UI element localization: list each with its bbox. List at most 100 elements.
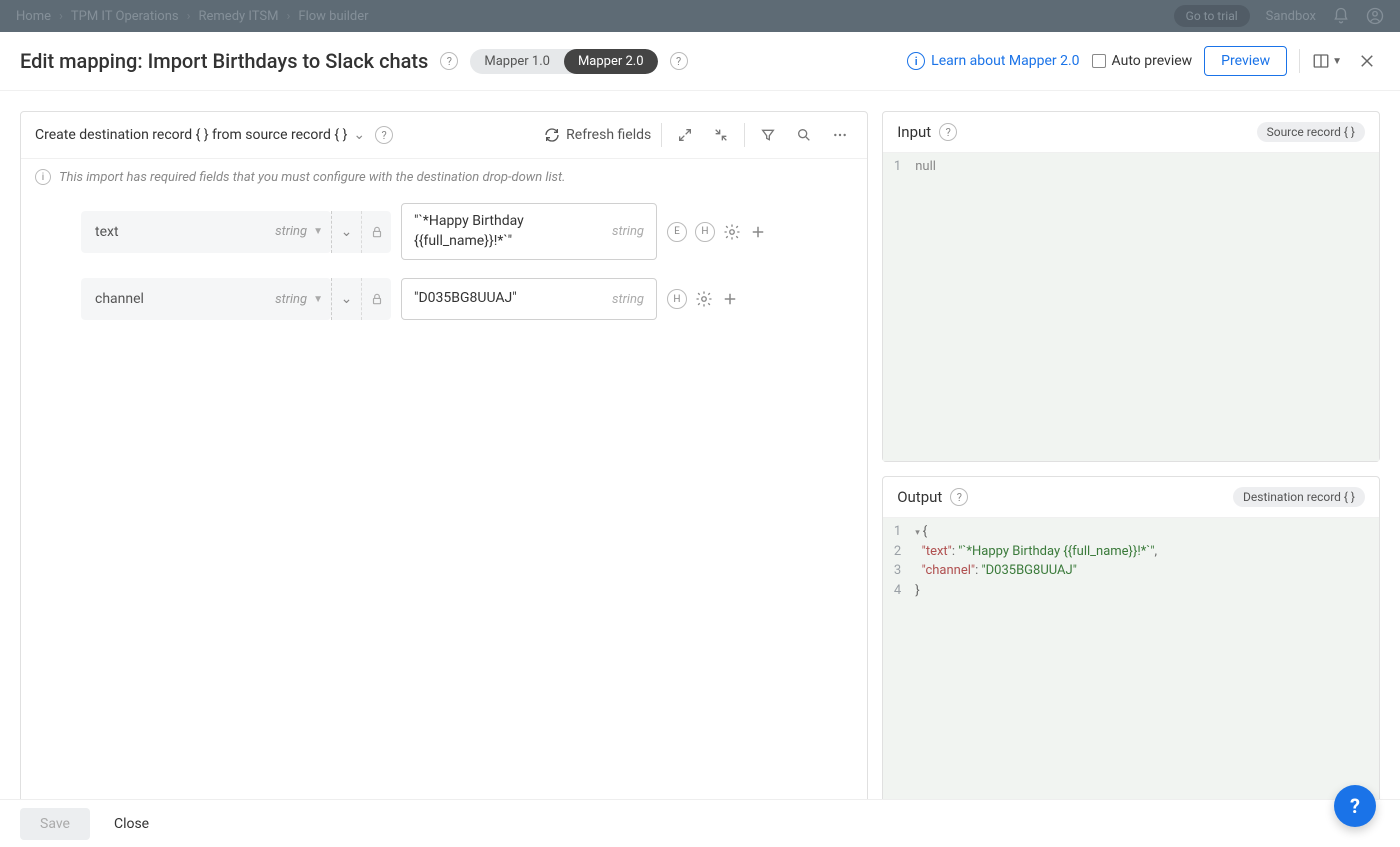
- auto-preview-toggle[interactable]: Auto preview: [1092, 53, 1193, 69]
- refresh-fields-button[interactable]: Refresh fields: [544, 127, 651, 143]
- action-e-button[interactable]: E: [667, 222, 687, 242]
- source-field[interactable]: "D035BG8UUAJ" string: [401, 278, 657, 320]
- action-h-button[interactable]: H: [667, 289, 687, 309]
- destination-field-name: channel: [95, 291, 269, 307]
- preview-button[interactable]: Preview: [1204, 46, 1287, 76]
- mapper-v1-tab[interactable]: Mapper 1.0: [470, 49, 564, 74]
- divider: [744, 123, 745, 147]
- input-panel: Input ? Source record { } 1null: [882, 111, 1380, 462]
- destination-field-wrap: text string ▼ ⌄: [81, 211, 391, 253]
- learn-link-label: Learn about Mapper 2.0: [931, 53, 1079, 69]
- user-icon[interactable]: [1366, 7, 1384, 25]
- info-icon: i: [907, 52, 925, 70]
- layout-button[interactable]: ▼: [1312, 52, 1342, 70]
- destination-field[interactable]: channel string ▼: [81, 278, 331, 320]
- chevron-down-icon: ⌄: [341, 291, 353, 307]
- output-title: Output: [897, 488, 942, 506]
- input-title: Input: [897, 123, 931, 141]
- gear-icon[interactable]: [695, 290, 713, 308]
- source-value: "`*Happy Birthday {{full_name}}!*`": [414, 212, 606, 251]
- lock-icon: [361, 211, 391, 253]
- type-label: string: [612, 292, 644, 307]
- input-code[interactable]: 1null: [883, 153, 1379, 461]
- help-icon[interactable]: ?: [670, 52, 688, 70]
- source-value: "D035BG8UUAJ": [414, 289, 606, 309]
- info-bar: i This import has required fields that y…: [21, 159, 867, 195]
- mapper-version-toggle: Mapper 1.0 Mapper 2.0: [470, 49, 657, 74]
- help-icon[interactable]: ?: [939, 123, 957, 141]
- mapping-rows: text string ▼ ⌄ "`*Happy Birthday {{full…: [21, 195, 867, 346]
- more-icon[interactable]: [827, 122, 853, 148]
- action-h-button[interactable]: H: [695, 222, 715, 242]
- filter-icon[interactable]: [755, 122, 781, 148]
- caret-down-icon: ▼: [313, 226, 323, 237]
- type-label: string: [612, 224, 644, 239]
- close-icon[interactable]: [1354, 52, 1380, 70]
- mapping-panel: Create destination record { } from sourc…: [20, 111, 868, 827]
- close-button[interactable]: Close: [114, 816, 149, 832]
- divider: [661, 123, 662, 147]
- source-record-badge: Source record { }: [1257, 122, 1365, 142]
- destination-dropdown-button[interactable]: ⌄: [331, 278, 361, 320]
- add-row-button[interactable]: [749, 223, 767, 241]
- row-actions: E H: [667, 222, 767, 242]
- search-icon[interactable]: [791, 122, 817, 148]
- breadcrumb-item[interactable]: Home: [16, 9, 51, 24]
- topbar-right: Go to trial Sandbox: [1174, 5, 1384, 27]
- chevron-down-icon: ⌄: [353, 127, 365, 143]
- breadcrumb-item[interactable]: Remedy ITSM: [199, 9, 279, 24]
- destination-field[interactable]: text string ▼: [81, 211, 331, 253]
- output-panel: Output ? Destination record { } 1▾{2 "te…: [882, 476, 1380, 827]
- destination-field-wrap: channel string ▼ ⌄: [81, 278, 391, 320]
- help-fab[interactable]: ?: [1334, 785, 1376, 827]
- add-row-button[interactable]: [721, 290, 739, 308]
- expand-icon[interactable]: [672, 122, 698, 148]
- help-icon[interactable]: ?: [440, 52, 458, 70]
- learn-link[interactable]: i Learn about Mapper 2.0: [907, 52, 1079, 70]
- type-label: string: [275, 224, 307, 239]
- bell-icon[interactable]: [1332, 7, 1350, 25]
- mapping-row: text string ▼ ⌄ "`*Happy Birthday {{full…: [81, 203, 837, 260]
- gear-icon[interactable]: [723, 223, 741, 241]
- destination-field-name: text: [95, 224, 269, 240]
- output-code[interactable]: 1▾{2 "text": "`*Happy Birthday {{full_na…: [883, 518, 1379, 826]
- type-label: string: [275, 292, 307, 307]
- chevron-down-icon: ⌄: [341, 224, 353, 240]
- env-label: Sandbox: [1266, 9, 1316, 24]
- page-header: Edit mapping: Import Birthdays to Slack …: [0, 32, 1400, 91]
- mapping-row: channel string ▼ ⌄ "D035BG8UUAJ" string: [81, 278, 837, 320]
- lock-icon: [361, 278, 391, 320]
- trial-button[interactable]: Go to trial: [1174, 5, 1250, 27]
- divider: [1299, 49, 1300, 73]
- save-button[interactable]: Save: [20, 808, 90, 840]
- main-content: Create destination record { } from sourc…: [0, 91, 1400, 847]
- mapper-v2-tab[interactable]: Mapper 2.0: [564, 49, 658, 74]
- destination-dropdown-button[interactable]: ⌄: [331, 211, 361, 253]
- page-title: Edit mapping: Import Birthdays to Slack …: [20, 49, 428, 73]
- info-icon: i: [35, 169, 51, 185]
- breadcrumb-item[interactable]: Flow builder: [298, 9, 368, 24]
- help-icon[interactable]: ?: [375, 126, 393, 144]
- collapse-icon[interactable]: [708, 122, 734, 148]
- row-actions: H: [667, 289, 739, 309]
- preview-column: Input ? Source record { } 1null Output ?…: [882, 111, 1380, 827]
- auto-preview-label: Auto preview: [1112, 53, 1193, 69]
- footer: Save Close: [0, 799, 1400, 847]
- topbar: Home › TPM IT Operations › Remedy ITSM ›…: [0, 0, 1400, 32]
- chevron-right-icon: ›: [286, 9, 290, 24]
- input-panel-header: Input ? Source record { }: [883, 112, 1379, 153]
- output-panel-header: Output ? Destination record { }: [883, 477, 1379, 518]
- chevron-right-icon: ›: [59, 9, 63, 24]
- breadcrumb-item[interactable]: TPM IT Operations: [71, 9, 179, 24]
- chevron-right-icon: ›: [187, 9, 191, 24]
- source-field[interactable]: "`*Happy Birthday {{full_name}}!*`" stri…: [401, 203, 657, 260]
- checkbox-icon: [1092, 54, 1106, 68]
- caret-down-icon: ▼: [313, 294, 323, 305]
- destination-record-badge: Destination record { }: [1233, 487, 1365, 507]
- info-text: This import has required fields that you…: [59, 170, 566, 185]
- mapping-panel-title[interactable]: Create destination record { } from sourc…: [35, 127, 365, 143]
- help-icon[interactable]: ?: [950, 488, 968, 506]
- mapping-panel-header: Create destination record { } from sourc…: [21, 112, 867, 159]
- chevron-down-icon: ▼: [1332, 56, 1342, 67]
- breadcrumb: Home › TPM IT Operations › Remedy ITSM ›…: [16, 9, 369, 24]
